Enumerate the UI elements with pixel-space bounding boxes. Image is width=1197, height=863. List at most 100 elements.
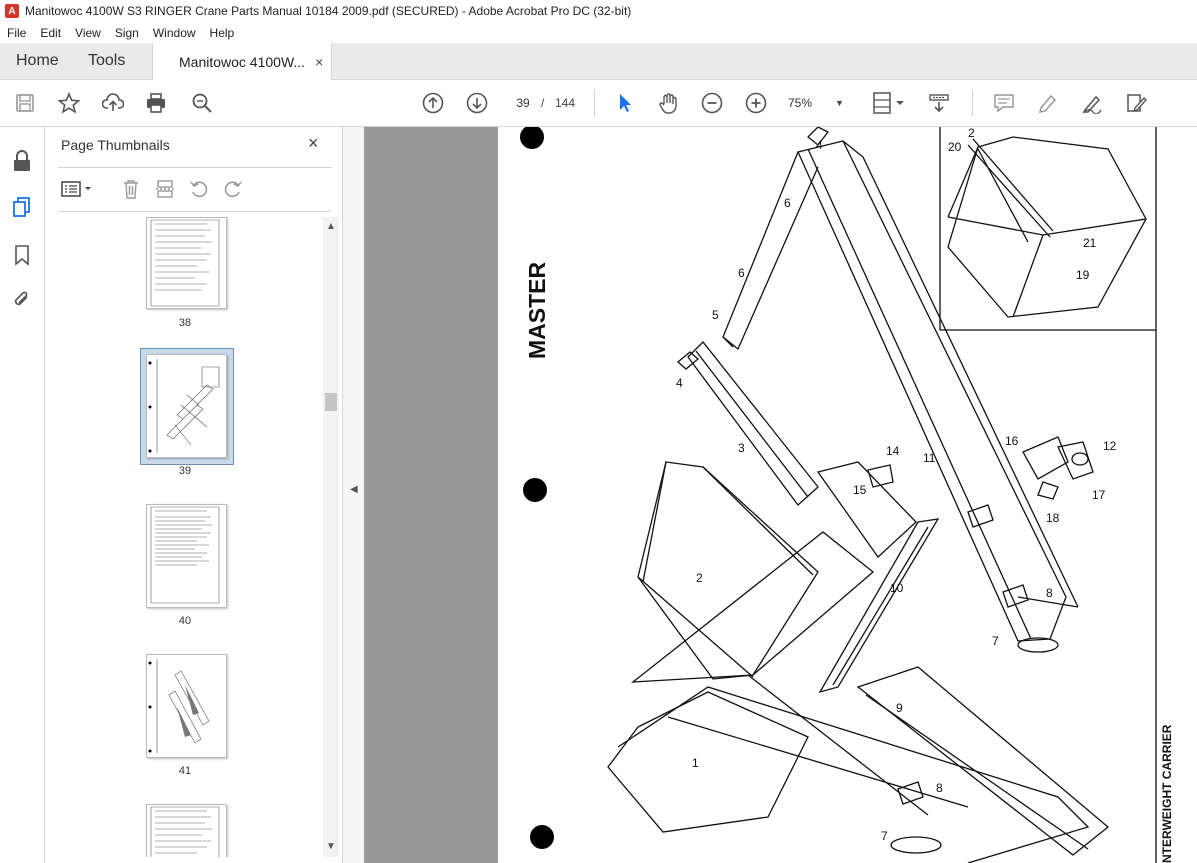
highlight-icon[interactable] (1036, 91, 1060, 115)
pointer-icon[interactable] (613, 91, 637, 115)
sign-icon[interactable] (1080, 91, 1104, 115)
menu-help[interactable]: Help (203, 26, 242, 40)
thumbnail-page[interactable] (146, 654, 227, 758)
rotate-cw-icon[interactable] (221, 177, 245, 201)
prev-page-icon[interactable] (421, 91, 445, 115)
tab-document[interactable]: Manitowoc 4100W... × (152, 43, 332, 80)
callout-1: 1 (692, 756, 699, 770)
page-separator: / (541, 96, 545, 110)
left-navigation-rail (0, 127, 45, 863)
page-thumbnails-panel: Page Thumbnails × 38 39 40 41 ▲ ▼ (45, 127, 342, 863)
thumbnail-page[interactable] (146, 217, 227, 309)
thumbnail-page-number: 41 (178, 765, 192, 777)
insert-icon[interactable] (153, 177, 177, 201)
window-title: Manitowoc 4100W S3 RINGER Crane Parts Ma… (25, 4, 632, 18)
hand-icon[interactable] (656, 91, 680, 115)
zoom-in-icon[interactable] (744, 91, 768, 115)
thumbnail-page[interactable] (146, 504, 227, 608)
callout-9: 9 (896, 701, 903, 715)
callout-12: 12 (1103, 439, 1117, 453)
callout-20: 20 (948, 140, 962, 154)
attachment-icon[interactable] (10, 287, 34, 311)
delete-icon[interactable] (119, 177, 143, 201)
title-bar: A Manitowoc 4100W S3 RINGER Crane Parts … (0, 0, 1197, 22)
menu-sign[interactable]: Sign (108, 26, 146, 40)
scroll-down-icon[interactable]: ▼ (326, 841, 336, 852)
scroll-up-icon[interactable]: ▲ (326, 221, 336, 232)
menu-bar: File Edit View Sign Window Help (0, 22, 1197, 43)
zoom-value: 75% (788, 96, 813, 110)
thumbnail-page-selected[interactable] (146, 354, 227, 458)
page-number-input[interactable]: 39 (508, 92, 538, 114)
print-icon[interactable] (144, 91, 168, 115)
main-toolbar: 39 / 144 75% ▼ (0, 80, 1197, 127)
callout-4: 4 (816, 138, 823, 152)
callout-4: 4 (676, 376, 683, 390)
panel-splitter[interactable]: ◀ (342, 127, 365, 863)
document-view[interactable]: MASTER NTERWEIGHT CARRIER 1 2 3 4 4 5 6 … (364, 127, 1197, 863)
tab-home[interactable]: Home (16, 43, 59, 79)
menu-file[interactable]: File (0, 26, 33, 40)
callout-3: 3 (738, 441, 745, 455)
toolbar-divider (594, 90, 595, 116)
next-page-icon[interactable] (465, 91, 489, 115)
upload-icon[interactable] (101, 91, 125, 115)
callout-17: 17 (1092, 488, 1106, 502)
panel-title: Page Thumbnails (61, 137, 170, 153)
search-icon[interactable] (190, 91, 214, 115)
panel-divider (58, 211, 332, 212)
comment-icon[interactable] (992, 91, 1016, 115)
menu-edit[interactable]: Edit (33, 26, 68, 40)
scroll-mode-icon[interactable] (927, 91, 951, 115)
callout-14: 14 (886, 444, 900, 458)
callout-16: 16 (1005, 434, 1019, 448)
parts-diagram: 1 2 3 4 4 5 6 6 7 7 8 8 9 10 11 12 14 15… (607, 127, 1157, 863)
rotate-ccw-icon[interactable] (187, 177, 211, 201)
callout-2: 2 (696, 571, 703, 585)
callout-7: 7 (992, 634, 999, 648)
panel-divider (58, 167, 332, 168)
thumbnail-options-icon[interactable] (59, 177, 95, 201)
menu-window[interactable]: Window (146, 26, 203, 40)
callout-19: 19 (1076, 268, 1090, 282)
lock-icon[interactable] (10, 149, 34, 173)
pages-icon[interactable] (10, 195, 34, 219)
chevron-down-icon: ▼ (835, 98, 844, 108)
save-icon[interactable] (13, 91, 37, 115)
acrobat-app-icon: A (5, 4, 19, 18)
page-total: 144 (555, 96, 576, 110)
thumbnail-list: 38 39 40 41 (45, 217, 323, 857)
collapse-panel-icon[interactable]: ◀ (350, 484, 358, 495)
callout-8: 8 (936, 781, 943, 795)
thumbnail-page-number: 38 (178, 317, 192, 329)
menu-view[interactable]: View (68, 26, 108, 40)
callout-21: 21 (1083, 236, 1097, 250)
star-icon[interactable] (57, 91, 81, 115)
scrollbar-thumb[interactable] (325, 393, 337, 411)
callout-5: 5 (712, 308, 719, 322)
thumbnail-page-number: 40 (178, 615, 192, 627)
zoom-select[interactable]: 75% ▼ (788, 92, 848, 114)
callout-6: 6 (784, 196, 791, 210)
tab-close-icon[interactable]: × (315, 54, 323, 70)
tab-tools[interactable]: Tools (88, 43, 125, 79)
callout-15: 15 (853, 483, 867, 497)
edit-icon[interactable] (1124, 91, 1148, 115)
callout-11: 11 (923, 451, 936, 465)
callout-2: 2 (968, 127, 975, 140)
fit-page-icon[interactable] (870, 91, 906, 115)
tab-bar: Home Tools Manitowoc 4100W... × (0, 43, 1197, 80)
callout-10: 10 (890, 581, 904, 595)
thumbnail-scrollbar[interactable]: ▲ ▼ (323, 217, 339, 857)
zoom-out-icon[interactable] (700, 91, 724, 115)
tab-document-label: Manitowoc 4100W... (179, 53, 306, 70)
callout-18: 18 (1046, 511, 1060, 525)
bookmark-icon[interactable] (10, 243, 34, 267)
callout-6: 6 (738, 266, 745, 280)
close-icon[interactable]: × (308, 133, 319, 154)
thumbnail-page-number: 39 (178, 465, 192, 477)
callout-7: 7 (881, 829, 888, 843)
thumbnail-page[interactable] (146, 804, 227, 857)
callout-8: 8 (1046, 586, 1053, 600)
pdf-page: MASTER NTERWEIGHT CARRIER 1 2 3 4 4 5 6 … (498, 127, 1197, 863)
